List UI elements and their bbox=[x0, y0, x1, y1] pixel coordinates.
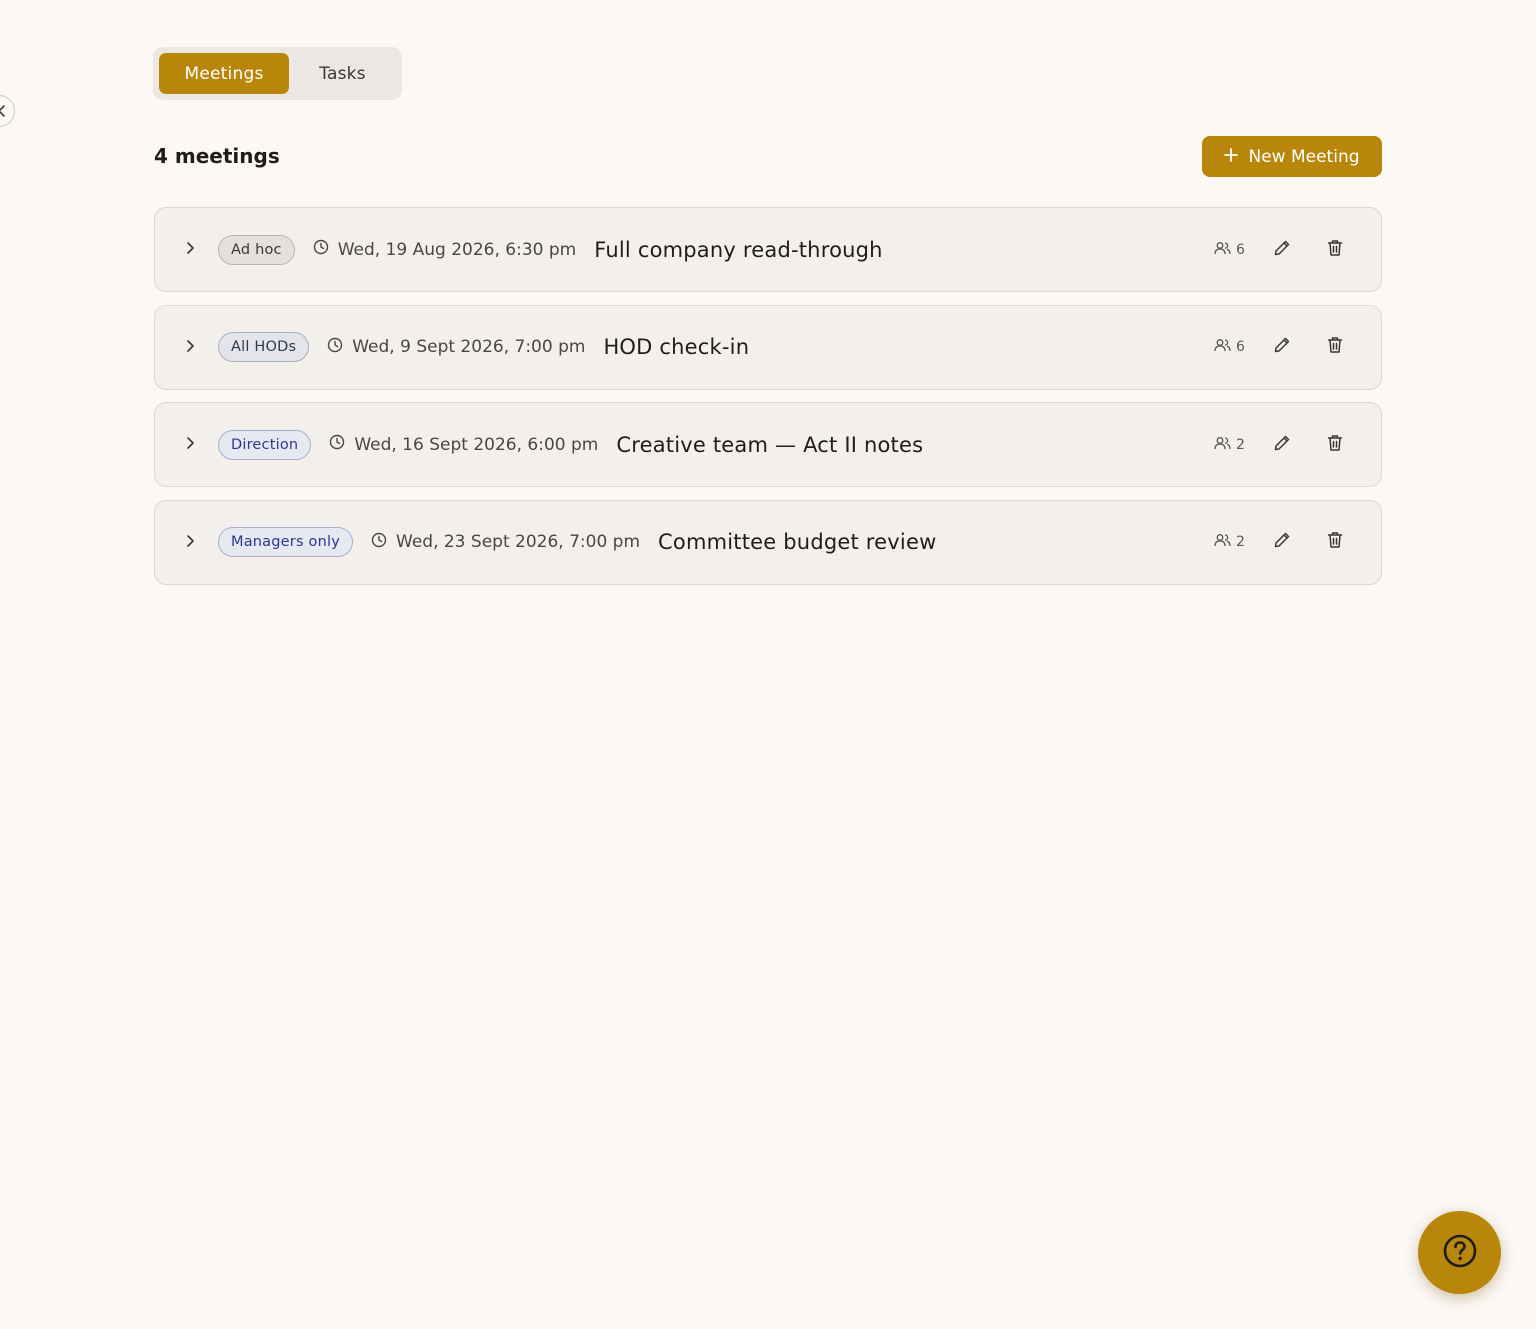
chevron-left-icon bbox=[0, 102, 7, 121]
meeting-list: Ad hoc Wed, 19 Aug 2026, 6:30 pm Full co… bbox=[154, 207, 1382, 597]
users-icon bbox=[1214, 338, 1231, 356]
attendee-count-value: 6 bbox=[1236, 339, 1245, 355]
trash-icon bbox=[1327, 336, 1343, 358]
meeting-type-badge: All HODs bbox=[218, 332, 310, 362]
edit-meeting-button[interactable] bbox=[1268, 431, 1296, 459]
attendee-count-value: 2 bbox=[1236, 534, 1245, 550]
meeting-datetime-text: Wed, 19 Aug 2026, 6:30 pm bbox=[337, 239, 577, 260]
delete-meeting-button[interactable] bbox=[1321, 528, 1349, 556]
expand-row-button[interactable] bbox=[182, 534, 198, 550]
users-icon bbox=[1214, 533, 1231, 551]
edit-meeting-button[interactable] bbox=[1268, 236, 1296, 264]
delete-meeting-button[interactable] bbox=[1321, 333, 1349, 361]
trash-icon bbox=[1327, 239, 1343, 261]
tab-meetings[interactable]: Meetings bbox=[159, 53, 289, 94]
clock-icon bbox=[371, 532, 396, 553]
meeting-row[interactable]: All HODs Wed, 9 Sept 2026, 7:00 pm HOD c… bbox=[154, 304, 1382, 390]
pencil-icon bbox=[1273, 336, 1291, 358]
users-icon bbox=[1214, 241, 1231, 259]
new-meeting-label: New Meeting bbox=[1248, 146, 1360, 167]
clock-icon bbox=[313, 239, 338, 260]
meeting-type-badge: Ad hoc bbox=[218, 234, 295, 265]
pencil-icon bbox=[1273, 239, 1291, 261]
attendee-count: 2 bbox=[1214, 533, 1254, 551]
expand-row-button[interactable] bbox=[182, 242, 198, 258]
plus-icon bbox=[1224, 147, 1239, 167]
trash-icon bbox=[1327, 531, 1343, 553]
chevron-right-icon bbox=[186, 435, 195, 454]
users-icon bbox=[1214, 436, 1231, 454]
meeting-row[interactable]: Managers only Wed, 23 Sept 2026, 7:00 pm… bbox=[154, 499, 1382, 585]
delete-meeting-button[interactable] bbox=[1321, 431, 1349, 459]
meeting-row[interactable]: Direction Wed, 16 Sept 2026, 6:00 pm Cre… bbox=[154, 402, 1382, 487]
clock-icon bbox=[329, 434, 354, 455]
meeting-datetime: Wed, 16 Sept 2026, 6:00 pm bbox=[329, 434, 598, 455]
meeting-actions: 6 bbox=[1214, 306, 1349, 389]
attendee-count-value: 2 bbox=[1236, 436, 1245, 453]
question-circle-icon bbox=[1442, 1233, 1478, 1273]
attendee-count: 6 bbox=[1214, 338, 1254, 356]
view-switcher: Meetings Tasks bbox=[153, 47, 402, 100]
pencil-icon bbox=[1273, 434, 1291, 456]
meeting-datetime-text: Wed, 16 Sept 2026, 6:00 pm bbox=[354, 434, 599, 455]
help-button[interactable] bbox=[1418, 1211, 1501, 1294]
trash-icon bbox=[1327, 434, 1343, 456]
delete-meeting-button[interactable] bbox=[1321, 236, 1349, 264]
edit-meeting-button[interactable] bbox=[1268, 333, 1296, 361]
pencil-icon bbox=[1273, 531, 1291, 553]
attendee-count-value: 6 bbox=[1236, 241, 1245, 258]
meeting-actions: 2 bbox=[1214, 501, 1349, 584]
meeting-datetime: Wed, 9 Sept 2026, 7:00 pm bbox=[327, 337, 585, 358]
meeting-datetime-text: Wed, 9 Sept 2026, 7:00 pm bbox=[352, 337, 586, 357]
meeting-datetime-text: Wed, 23 Sept 2026, 7:00 pm bbox=[396, 532, 641, 552]
meeting-title: HOD check-in bbox=[603, 335, 750, 359]
attendee-count: 6 bbox=[1214, 241, 1254, 259]
meeting-count-heading: 4 meetings bbox=[154, 144, 280, 168]
meeting-type-badge: Managers only bbox=[218, 527, 353, 557]
attendee-count: 2 bbox=[1214, 436, 1254, 454]
meeting-title: Full company read-through bbox=[594, 237, 883, 262]
meeting-datetime: Wed, 23 Sept 2026, 7:00 pm bbox=[371, 532, 640, 553]
meeting-row[interactable]: Ad hoc Wed, 19 Aug 2026, 6:30 pm Full co… bbox=[154, 207, 1382, 292]
chevron-right-icon bbox=[186, 533, 195, 552]
new-meeting-button[interactable]: New Meeting bbox=[1202, 136, 1382, 177]
meeting-type-badge: Direction bbox=[218, 429, 312, 460]
meeting-datetime: Wed, 19 Aug 2026, 6:30 pm bbox=[313, 239, 577, 260]
sidebar-collapse-toggle[interactable] bbox=[0, 95, 15, 127]
tab-tasks[interactable]: Tasks bbox=[289, 53, 396, 94]
expand-row-button[interactable] bbox=[182, 339, 198, 355]
expand-row-button[interactable] bbox=[182, 437, 198, 453]
edit-meeting-button[interactable] bbox=[1268, 528, 1296, 556]
chevron-right-icon bbox=[186, 338, 195, 357]
meeting-title: Committee budget review bbox=[658, 530, 937, 554]
meeting-actions: 2 bbox=[1214, 403, 1349, 486]
clock-icon bbox=[327, 337, 352, 358]
chevron-right-icon bbox=[186, 240, 195, 259]
meeting-actions: 6 bbox=[1214, 208, 1349, 291]
meeting-title: Creative team — Act II notes bbox=[616, 432, 924, 457]
